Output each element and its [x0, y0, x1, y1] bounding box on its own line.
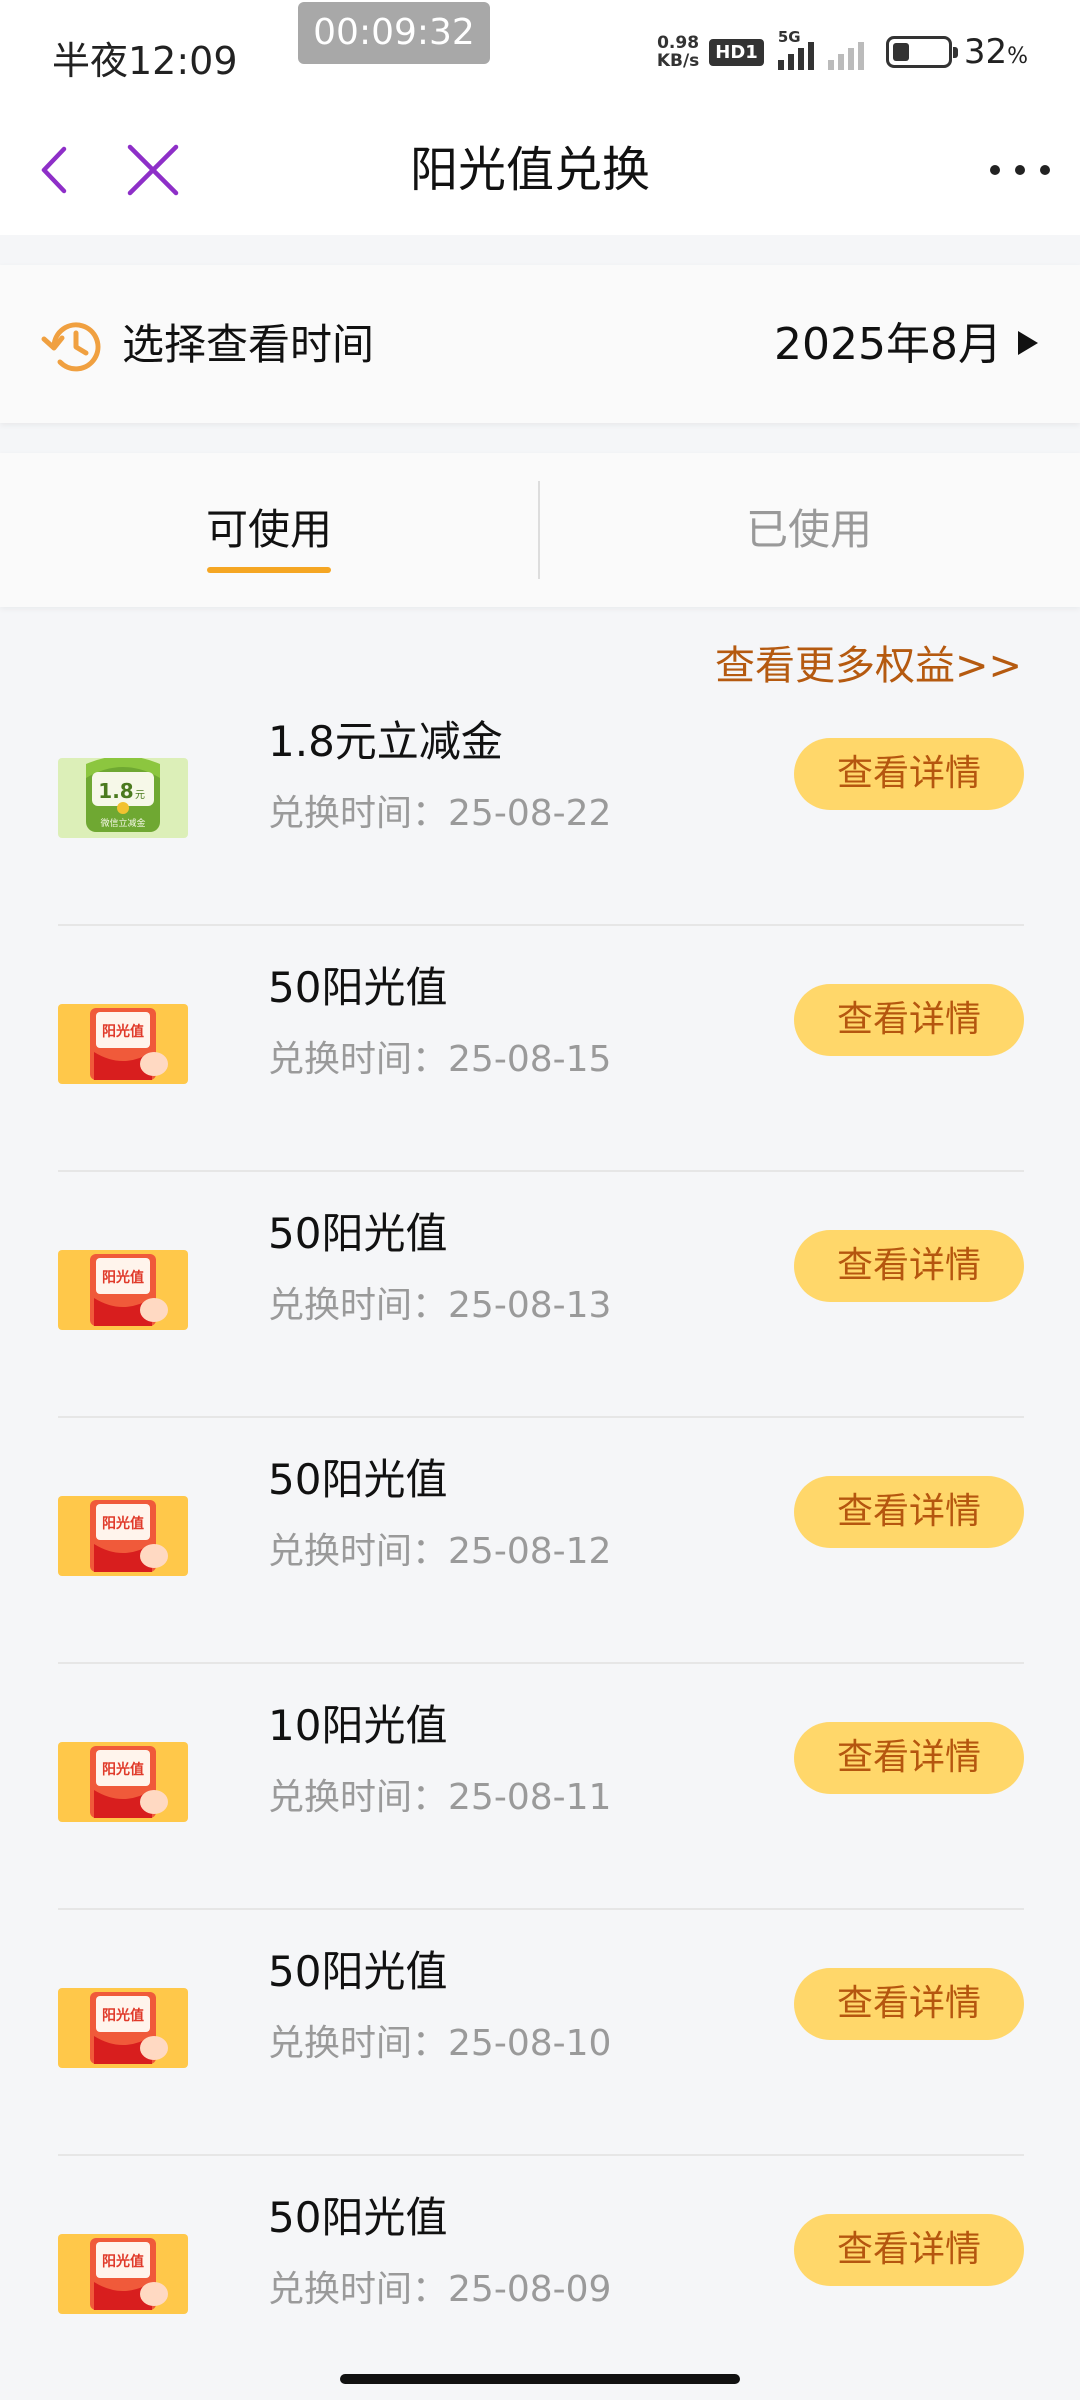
list-item: 阳光值 50阳光值 兑换时间：25-08-12 查看详情: [58, 1418, 1024, 1664]
view-details-button[interactable]: 查看详情: [794, 738, 1024, 810]
list-item: 1.8 元 微信立减金 1.8元立减金 兑换时间：25-08-22 查看详情: [58, 680, 1024, 926]
sunshine-card-thumbnail: 阳光值: [58, 1250, 188, 1330]
tab-available[interactable]: 可使用: [0, 453, 538, 607]
view-details-button[interactable]: 查看详情: [794, 2214, 1024, 2286]
more-dots-icon: [990, 165, 1000, 175]
month-selector-label: 选择查看时间: [122, 320, 375, 369]
record-time: 兑换时间：25-08-10: [268, 2023, 612, 2064]
status-time: 半夜12:09: [52, 39, 238, 83]
status-indicators: 0.98 KB/s HD1 5G 32%: [657, 28, 1028, 74]
view-details-button[interactable]: 查看详情: [794, 984, 1024, 1056]
record-time: 兑换时间：25-08-09: [268, 2269, 612, 2310]
signal-icon: 5G: [777, 28, 868, 70]
active-tab-indicator: [207, 567, 331, 573]
sunshine-card-thumbnail: 阳光值: [58, 2234, 188, 2314]
network-speed-unit: KB/s: [656, 51, 700, 71]
sunshine-card-thumbnail: 阳光值: [58, 1988, 188, 2068]
list-item: 阳光值 10阳光值 兑换时间：25-08-11 查看详情: [58, 1664, 1024, 1910]
view-details-button[interactable]: 查看详情: [794, 1968, 1024, 2040]
network-type: 5G: [777, 28, 801, 46]
record-title: 1.8元立减金: [268, 717, 503, 766]
recording-timer: 00:09:32: [298, 2, 490, 64]
coupon-thumbnail: 1.8 元 微信立减金: [58, 758, 188, 838]
record-time: 兑换时间：25-08-12: [268, 1531, 612, 1572]
history-clock-icon: [41, 322, 101, 372]
sunshine-card-label: 阳光值: [102, 1269, 144, 1286]
record-title: 50阳光值: [268, 963, 448, 1012]
battery-percent: 32%: [963, 32, 1028, 72]
network-speed: 0.98 KB/s: [657, 34, 699, 70]
record-title: 50阳光值: [268, 1947, 448, 1996]
sunshine-card-label: 阳光值: [102, 1515, 144, 1532]
tab-used[interactable]: 已使用: [540, 453, 1078, 607]
page-title: 阳光值兑换: [409, 142, 650, 198]
view-details-button[interactable]: 查看详情: [794, 1230, 1024, 1302]
sunshine-card-thumbnail: 阳光值: [58, 1004, 188, 1084]
list-item: 阳光值 50阳光值 兑换时间：25-08-10 查看详情: [58, 1910, 1024, 2156]
list-item: 阳光值 50阳光值 兑换时间：25-08-09 查看详情: [58, 2156, 1024, 2400]
sunshine-card-label: 阳光值: [102, 2007, 144, 2024]
sunshine-card-thumbnail: 阳光值: [58, 1496, 188, 1576]
home-indicator[interactable]: [340, 2374, 740, 2384]
record-time: 兑换时间：25-08-13: [268, 1285, 612, 1326]
sunshine-card-label: 阳光值: [102, 1761, 144, 1778]
record-title: 10阳光值: [268, 1701, 448, 1750]
record-title: 50阳光值: [268, 2193, 448, 2242]
list-item: 阳光值 50阳光值 兑换时间：25-08-15 查看详情: [58, 926, 1024, 1172]
month-selector-value[interactable]: 2025年8月: [774, 315, 1002, 375]
more-options-button[interactable]: [990, 145, 1050, 195]
network-speed-value: 0.98: [657, 33, 700, 53]
caret-right-icon: [1018, 331, 1038, 355]
record-time: 兑换时间：25-08-15: [268, 1039, 612, 1080]
nav-bar: 阳光值兑换: [0, 105, 1080, 235]
coupon-amount: 1.8: [98, 779, 133, 803]
coupon-caption: 微信立减金: [100, 817, 145, 829]
record-title: 50阳光值: [268, 1455, 448, 1504]
record-title: 50阳光值: [268, 1209, 448, 1258]
sunshine-card-label: 阳光值: [102, 2253, 144, 2270]
status-bar: 半夜12:09 00:09:32 0.98 KB/s HD1 5G 32%: [0, 0, 1080, 105]
view-details-button[interactable]: 查看详情: [794, 1722, 1024, 1794]
tab-bar: 可使用 已使用: [0, 453, 1080, 607]
sunshine-card-thumbnail: 阳光值: [58, 1742, 188, 1822]
sunshine-card-label: 阳光值: [102, 1023, 144, 1040]
coupon-unit: 元: [135, 790, 145, 801]
view-details-button[interactable]: 查看详情: [794, 1476, 1024, 1548]
hd-badge: HD1: [709, 38, 764, 66]
record-time: 兑换时间：25-08-11: [268, 1777, 612, 1818]
record-time: 兑换时间：25-08-22: [268, 793, 612, 834]
battery-icon: [885, 36, 958, 68]
list-item: 阳光值 50阳光值 兑换时间：25-08-13 查看详情: [58, 1172, 1024, 1418]
month-selector[interactable]: 选择查看时间 2025年8月: [0, 265, 1080, 423]
